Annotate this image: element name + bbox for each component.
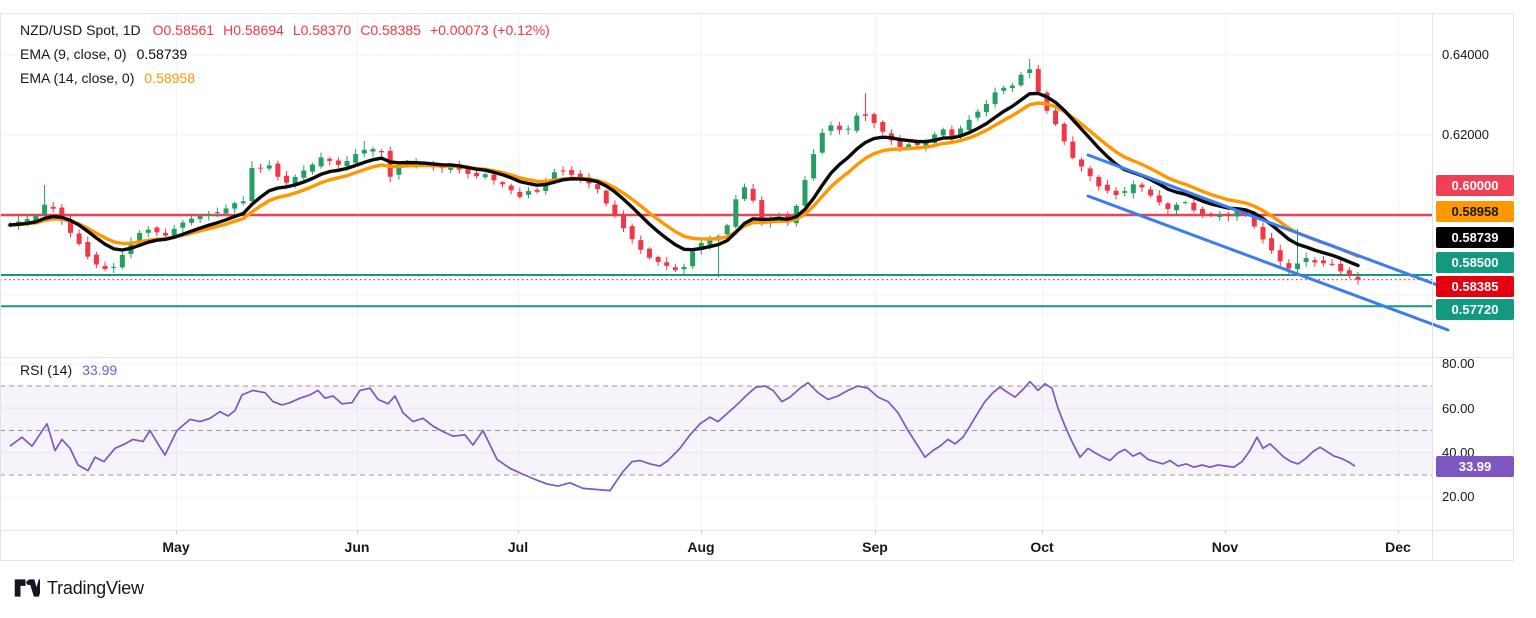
tradingview-logo-text: TradingView: [47, 578, 144, 599]
ohlc-change: +0.00073 (+0.12%): [430, 22, 550, 38]
ema14-value: 0.58958: [144, 70, 195, 86]
month-label: Nov: [1212, 539, 1238, 555]
rsi-value: 33.99: [82, 362, 117, 378]
tradingview-logo[interactable]: TradingView: [14, 576, 144, 600]
month-label: Sep: [862, 539, 888, 555]
month-label: Aug: [687, 539, 714, 555]
trendline: [1088, 155, 1448, 289]
ema9-value: 0.58739: [137, 46, 188, 62]
price-badge: 0.58739: [1436, 227, 1514, 248]
month-label: Oct: [1030, 539, 1053, 555]
price-badge: 0.60000: [1436, 175, 1514, 196]
legend-ema14[interactable]: EMA (14, close, 0) 0.58958: [20, 66, 559, 90]
ema14-label: EMA (14, close, 0): [20, 70, 134, 86]
symbol-title[interactable]: NZD/USD Spot, 1D: [20, 22, 141, 38]
legend: NZD/USD Spot, 1D O0.58561 H0.58694 L0.58370…: [20, 18, 559, 90]
month-label: Dec: [1385, 539, 1411, 555]
rsi-axis-label: 80.00: [1442, 356, 1475, 371]
month-label: Jun: [345, 539, 370, 555]
price-axis-label: 0.64000: [1442, 47, 1489, 62]
price-badge: 0.58500: [1436, 252, 1514, 273]
chart-root: NZD/USD Spot, 1D O0.58561 H0.58694 L0.58370…: [0, 0, 1536, 618]
month-label: Jul: [508, 539, 528, 555]
price-badge: 0.58958: [1436, 201, 1514, 222]
symbol-row[interactable]: NZD/USD Spot, 1D O0.58561 H0.58694 L0.58370…: [20, 18, 559, 42]
legend-rsi[interactable]: RSI (14) 33.99: [20, 362, 117, 378]
ohlc-low: L0.58370: [293, 22, 351, 38]
rsi-label: RSI (14): [20, 362, 72, 378]
ema9-label: EMA (9, close, 0): [20, 46, 127, 62]
price-badge: 0.57720: [1436, 299, 1514, 320]
rsi-axis-label: 60.00: [1442, 401, 1475, 416]
price-badge: 0.58385: [1436, 276, 1514, 297]
chart-canvas[interactable]: [0, 0, 1536, 618]
ohlc-open: O0.58561: [153, 22, 215, 38]
month-label: May: [162, 539, 189, 555]
rsi-value-badge: 33.99: [1436, 456, 1514, 477]
price-axis-label: 0.62000: [1442, 127, 1489, 142]
rsi-axis-label: 20.00: [1442, 489, 1475, 504]
tradingview-logo-icon: [14, 576, 40, 600]
legend-ema9[interactable]: EMA (9, close, 0) 0.58739: [20, 42, 559, 66]
ohlc-close: C0.58385: [360, 22, 421, 38]
ohlc-high: H0.58694: [223, 22, 284, 38]
